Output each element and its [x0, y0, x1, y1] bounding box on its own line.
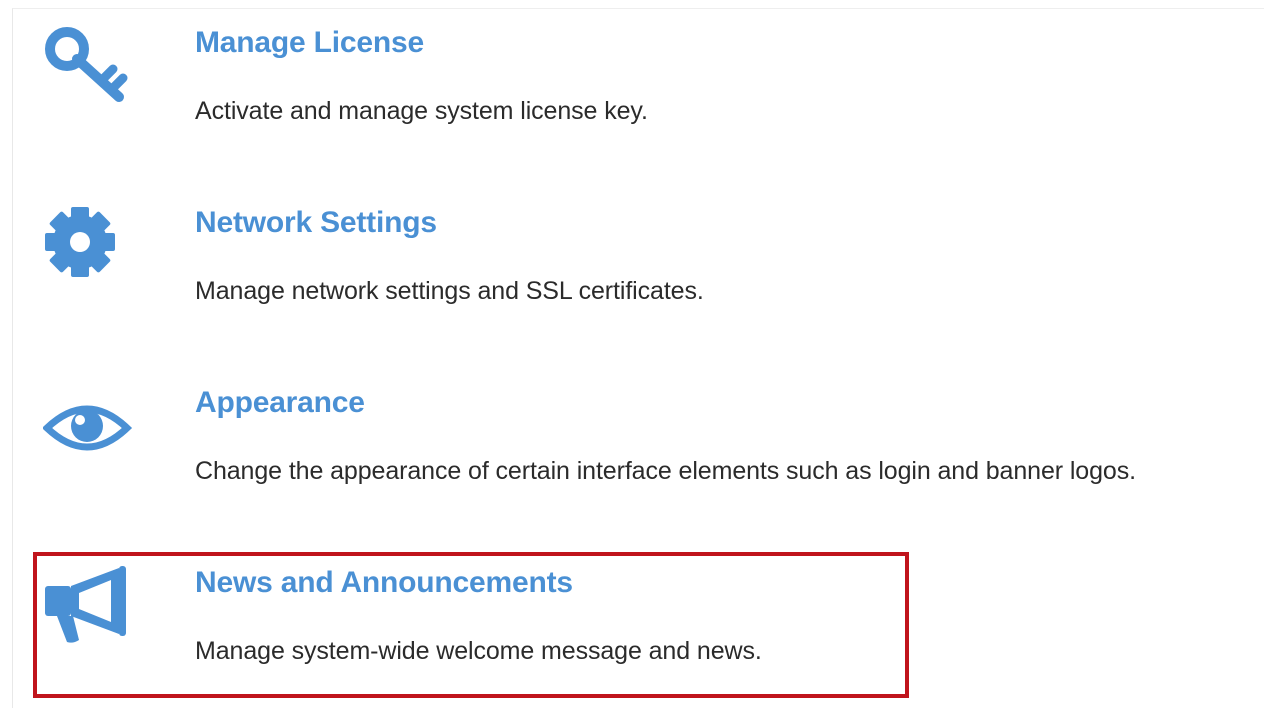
news-and-announcements-description: Manage system-wide welcome message and n…	[195, 637, 762, 665]
settings-item-appearance[interactable]: Appearance Change the appearance of cert…	[0, 360, 1265, 510]
settings-item-manage-license[interactable]: Manage License Activate and manage syste…	[0, 0, 1265, 150]
manage-license-link[interactable]: Manage License	[195, 26, 424, 60]
network-settings-description: Manage network settings and SSL certific…	[195, 277, 704, 305]
settings-item-news-and-announcements[interactable]: News and Announcements Manage system-wid…	[0, 540, 1265, 690]
manage-license-description: Activate and manage system license key.	[195, 97, 648, 125]
news-and-announcements-link[interactable]: News and Announcements	[195, 566, 573, 600]
settings-item-network-settings[interactable]: Network Settings Manage network settings…	[0, 180, 1265, 330]
gear-icon[interactable]	[43, 204, 133, 294]
megaphone-icon[interactable]	[43, 566, 133, 656]
appearance-link[interactable]: Appearance	[195, 386, 365, 420]
appearance-description: Change the appearance of certain interfa…	[195, 457, 1136, 485]
key-icon[interactable]	[43, 25, 133, 115]
network-settings-link[interactable]: Network Settings	[195, 206, 437, 240]
eye-icon[interactable]	[43, 396, 133, 486]
